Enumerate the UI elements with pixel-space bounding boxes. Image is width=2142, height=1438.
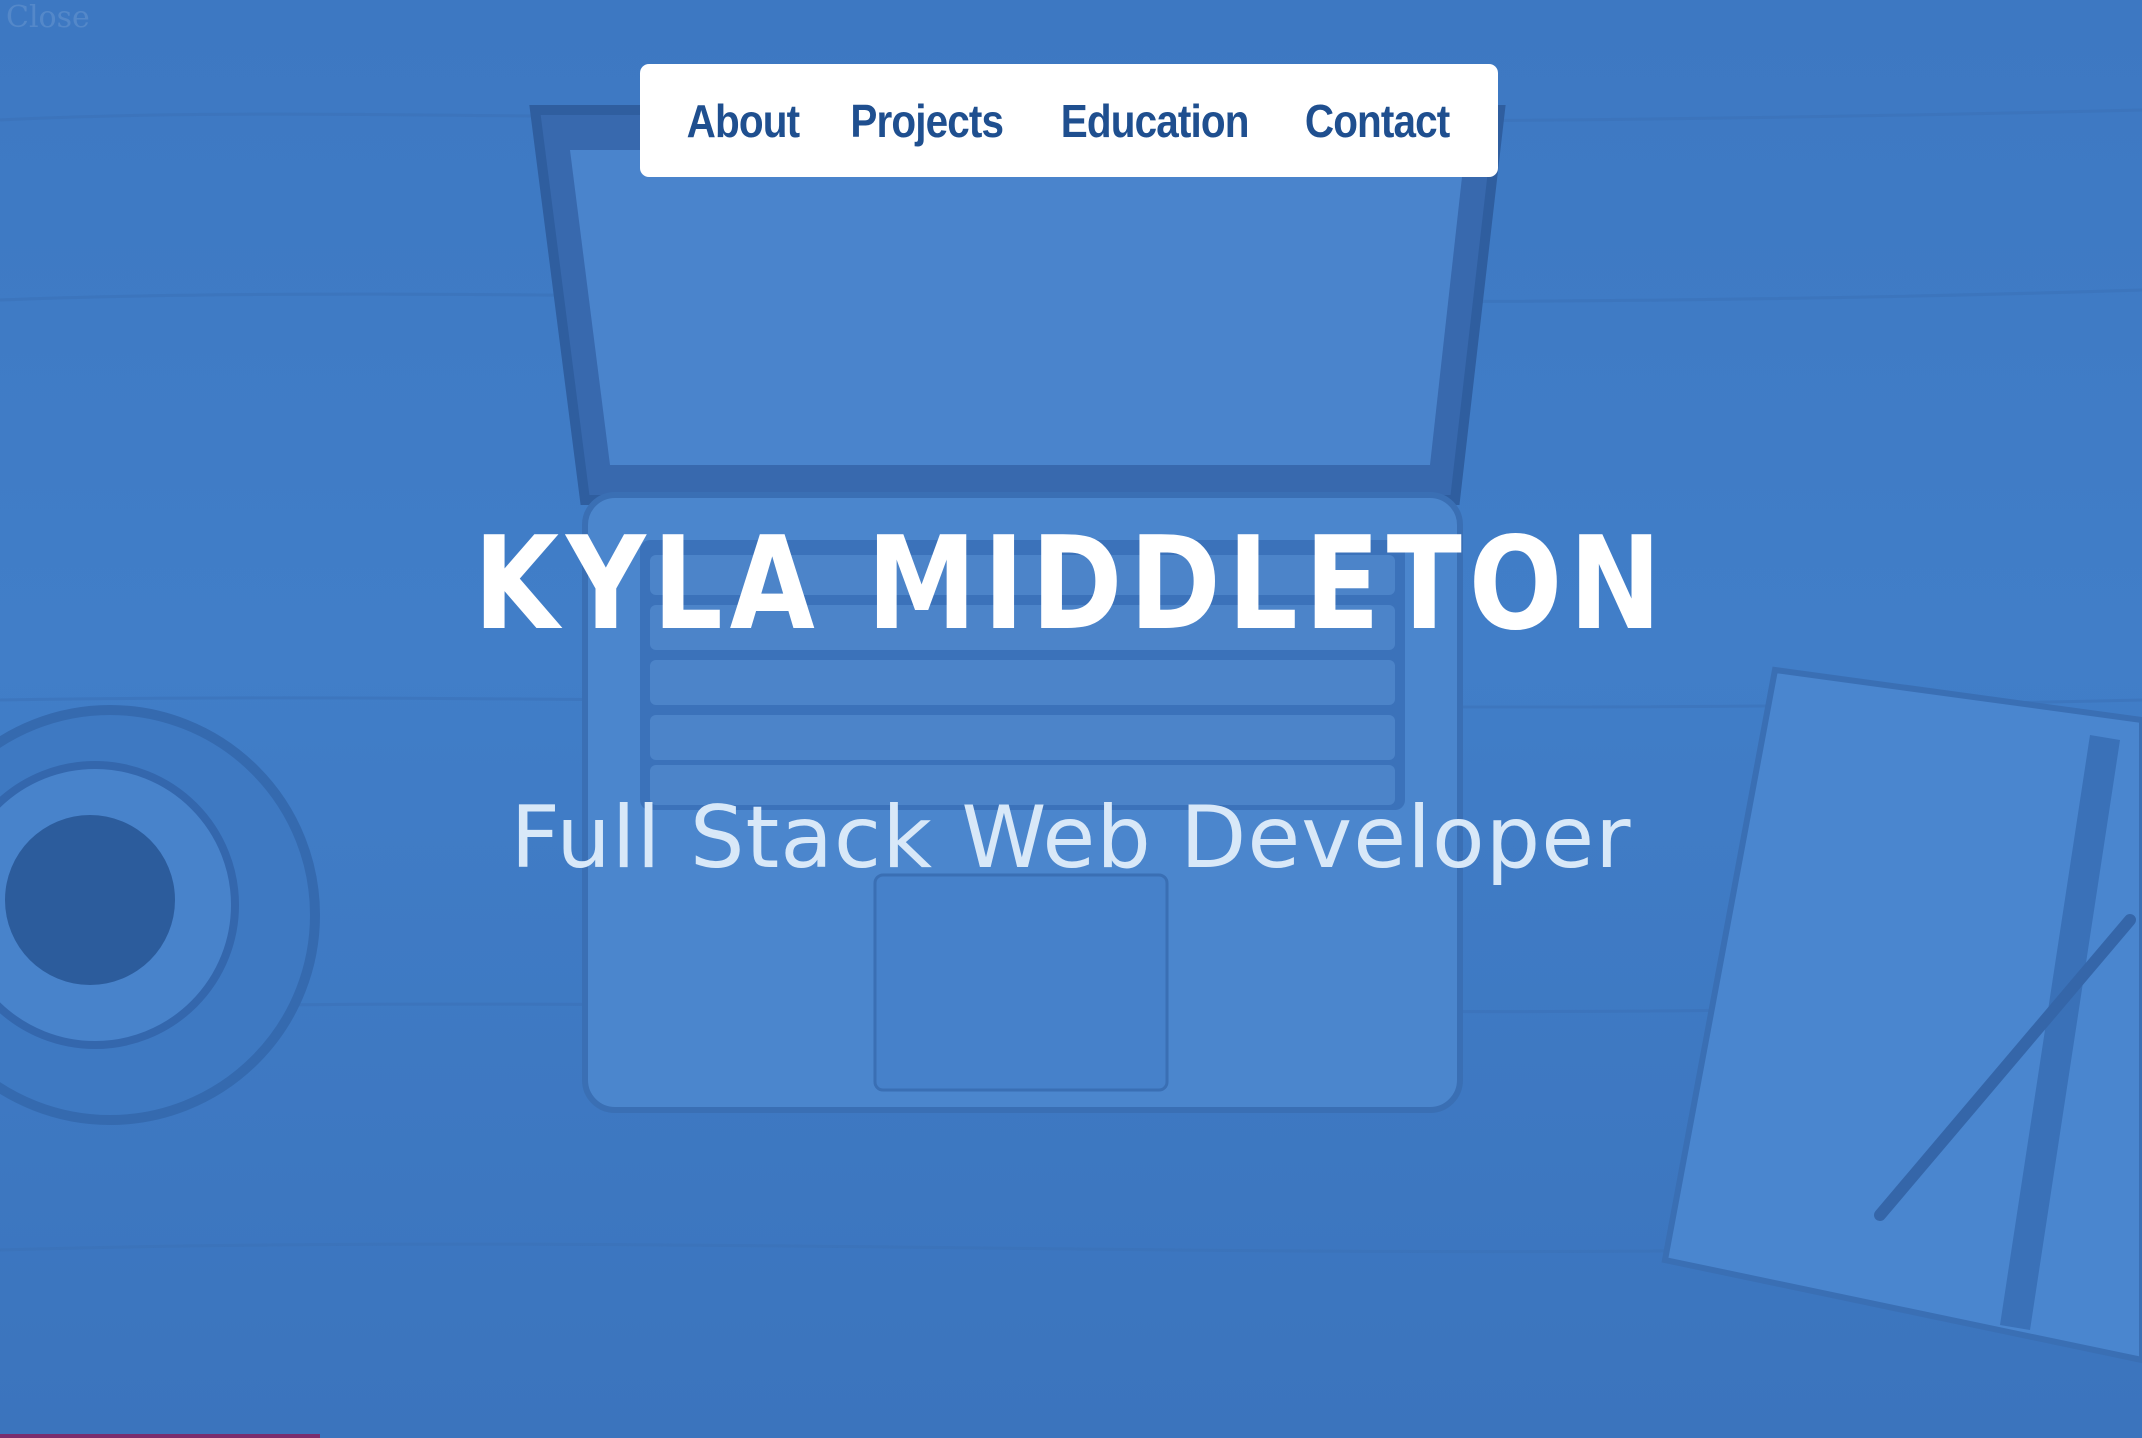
nav-link-education[interactable]: Education [1061,94,1250,148]
close-text[interactable]: Close [6,0,90,35]
hero-subtitle: Full Stack Web Developer [510,788,1632,888]
nav-link-contact[interactable]: Contact [1305,94,1450,148]
hero-name: KYLA MIDDLETON [473,510,1669,659]
nav-link-projects[interactable]: Projects [851,94,1005,148]
bottom-accent-bar [0,1434,320,1438]
desk-background-image [0,105,2142,1364]
top-navigation: About Projects Education Contact [640,64,1498,177]
nav-link-about[interactable]: About [686,94,799,148]
hero-section [0,0,2142,1438]
